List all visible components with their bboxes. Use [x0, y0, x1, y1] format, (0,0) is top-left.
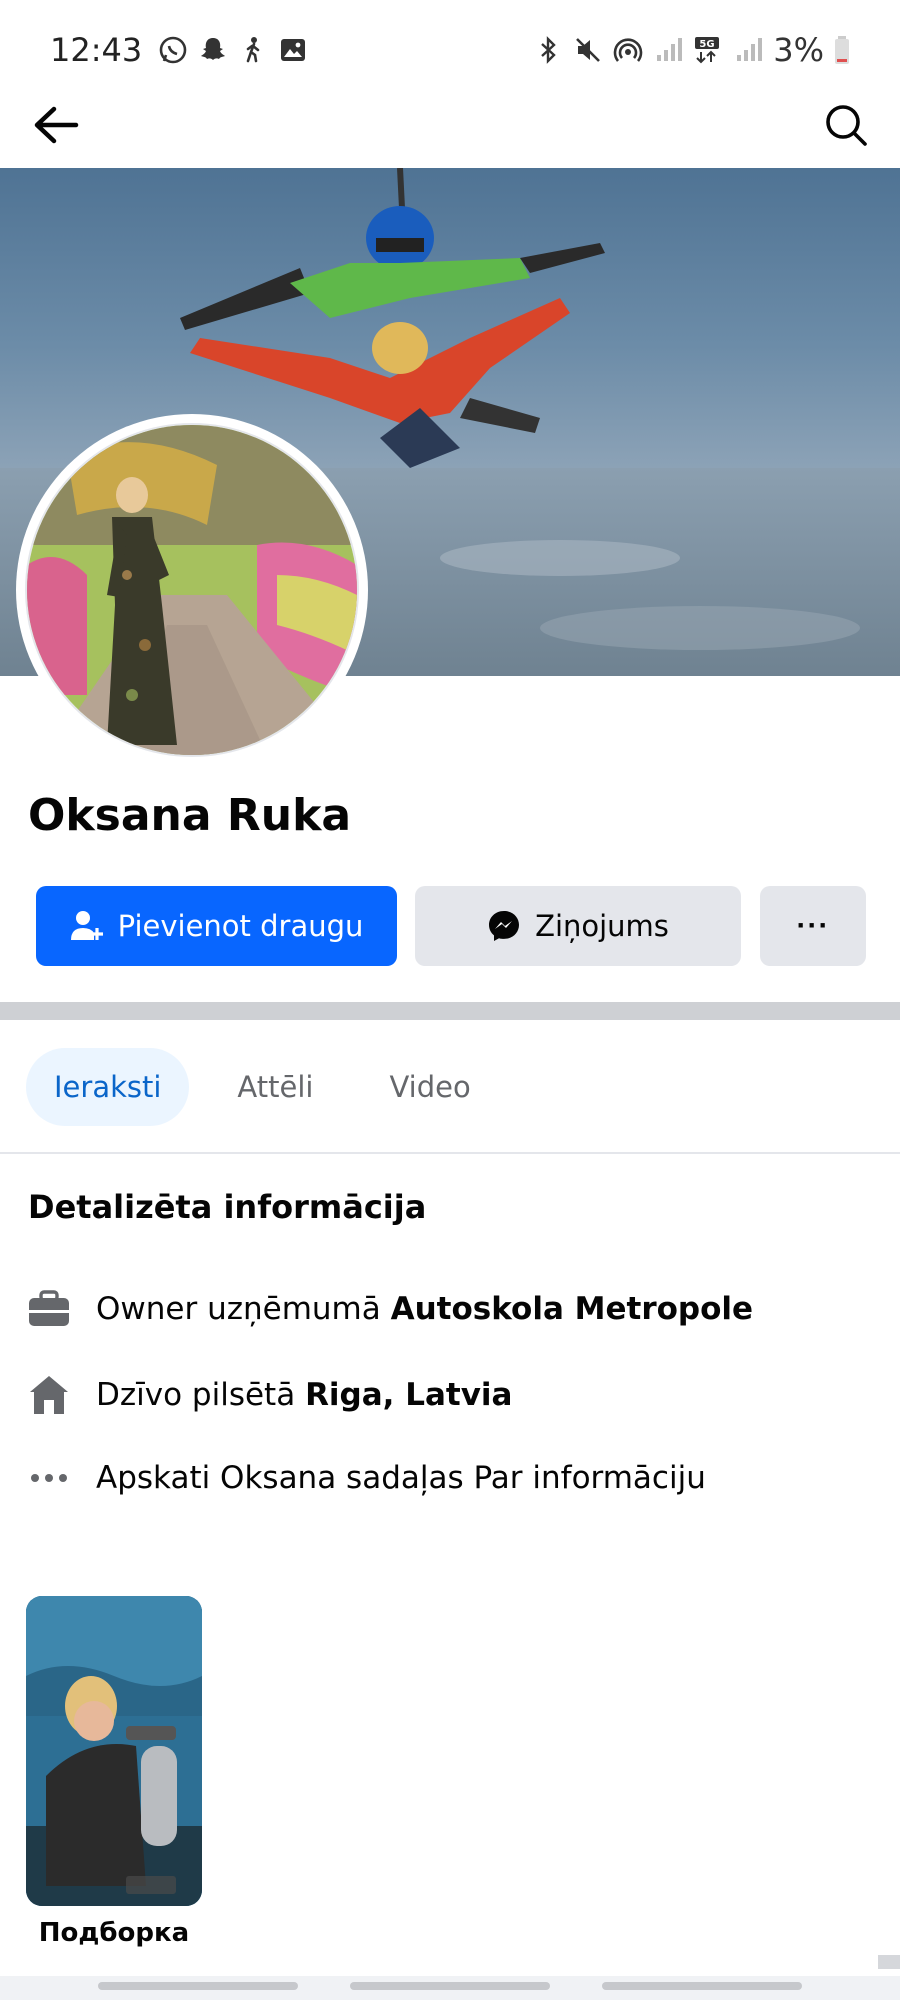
collection-label[interactable]: Подборка — [26, 1918, 202, 1948]
profile-actions: Pievienot draugu Ziņojums ··· — [36, 886, 866, 966]
search-button[interactable] — [816, 100, 876, 150]
snapchat-icon — [201, 38, 226, 60]
add-friend-button[interactable]: Pievienot draugu — [36, 886, 397, 966]
battery-level: 3% — [773, 31, 824, 69]
top-nav — [0, 100, 900, 170]
detail-work-prefix: Owner uzņēmumā — [96, 1291, 391, 1327]
detail-work-company[interactable]: Autoskola Metropole — [391, 1291, 753, 1327]
add-friend-icon — [70, 911, 103, 940]
walking-icon — [246, 37, 260, 63]
message-button[interactable]: Ziņojums — [415, 886, 741, 966]
svg-text:5G: 5G — [700, 39, 715, 50]
ellipsis-icon — [26, 1455, 72, 1501]
profile-name: Oksana Ruka — [28, 790, 352, 841]
gallery-icon — [281, 39, 306, 61]
details-title: Detalizēta informācija — [28, 1188, 427, 1226]
bottom-bar — [0, 1976, 900, 2000]
more-icon: ··· — [796, 909, 830, 942]
message-label: Ziņojums — [535, 909, 669, 943]
detail-location[interactable]: Dzīvo pilsētā Riga, Latvia — [26, 1370, 876, 1420]
back-button[interactable] — [26, 100, 86, 150]
bluetooth-icon — [541, 36, 556, 64]
scrollbar-indicator — [878, 1955, 900, 1969]
status-bar: 12:43 5G 3% — [0, 0, 900, 100]
search-icon — [826, 105, 867, 146]
battery-icon — [835, 36, 849, 64]
add-friend-label: Pievienot draugu — [117, 909, 364, 943]
detail-about[interactable]: Apskati Oksana sadaļas Par informāciju — [26, 1453, 876, 1503]
status-left: 12:43 — [50, 31, 308, 69]
tab-photos[interactable]: Attēli — [209, 1048, 341, 1126]
status-time: 12:43 — [50, 31, 143, 69]
nav-pill-home[interactable] — [350, 1982, 550, 1990]
status-right: 5G 3% — [533, 31, 850, 69]
detail-location-text: Dzīvo pilsētā Riga, Latvia — [96, 1377, 512, 1413]
detail-about-text: Apskati Oksana sadaļas Par informāciju — [96, 1460, 706, 1496]
detail-work-text: Owner uzņēmumā Autoskola Metropole — [96, 1291, 753, 1327]
tab-posts[interactable]: Ieraksti — [26, 1048, 190, 1126]
hotspot-icon — [613, 38, 643, 62]
profile-tabs: Ieraksti Attēli Video — [26, 1048, 499, 1126]
nav-pill-recent[interactable] — [98, 1982, 298, 1990]
collection-thumbnail[interactable] — [26, 1596, 202, 1906]
5g-signal-icon: 5G — [695, 37, 720, 64]
signal-icon — [657, 38, 683, 61]
whatsapp-icon — [159, 36, 187, 64]
detail-location-prefix: Dzīvo pilsētā — [96, 1377, 306, 1413]
briefcase-icon — [26, 1286, 72, 1332]
section-divider — [0, 1002, 900, 1020]
collection-diver-image — [26, 1596, 202, 1906]
detail-work[interactable]: Owner uzņēmumā Autoskola Metropole — [26, 1284, 876, 1334]
messenger-icon — [489, 911, 520, 941]
detail-location-city[interactable]: Riga, Latvia — [305, 1377, 512, 1413]
home-icon — [26, 1372, 72, 1418]
mute-icon — [576, 38, 601, 62]
avatar-image — [25, 423, 359, 757]
signal-icon — [737, 38, 763, 61]
more-options-button[interactable]: ··· — [760, 886, 866, 966]
profile-avatar[interactable] — [16, 414, 368, 766]
arrow-left-icon — [34, 106, 79, 144]
tabs-divider — [0, 1152, 900, 1154]
nav-pill-back[interactable] — [602, 1982, 802, 1990]
tab-videos[interactable]: Video — [361, 1048, 498, 1126]
